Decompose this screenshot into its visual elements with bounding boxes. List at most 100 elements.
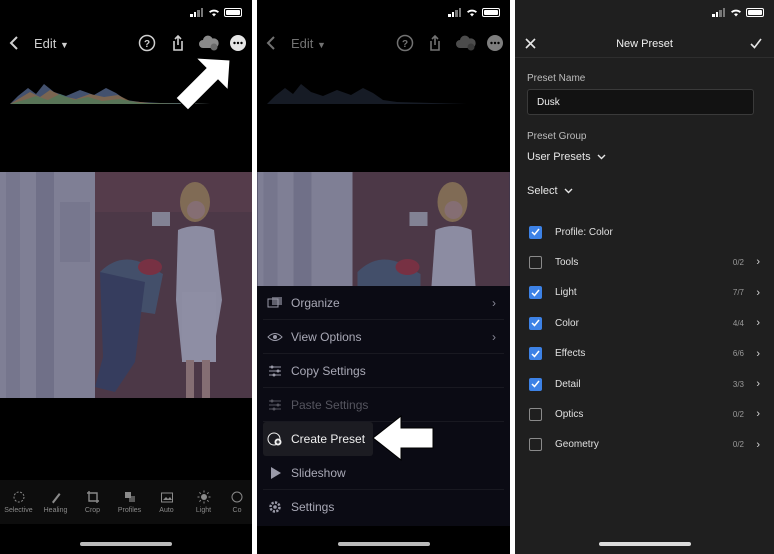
tool-healing[interactable]: Healing — [37, 480, 74, 524]
tool-auto[interactable]: Auto — [148, 480, 185, 524]
setting-checkbox[interactable] — [529, 225, 542, 239]
home-indicator — [598, 542, 691, 546]
preset-name-label: Preset Name — [527, 73, 586, 84]
wifi-icon — [467, 9, 477, 17]
help-icon[interactable]: ? — [138, 34, 156, 52]
chevron-right-icon[interactable]: › — [756, 439, 760, 451]
cloud-sync-icon[interactable] — [455, 34, 477, 52]
more-icon[interactable] — [486, 34, 504, 52]
cellular-signal-icon — [190, 8, 204, 17]
preset-setting-row[interactable]: Optics 0/2 › — [527, 404, 762, 424]
preset-setting-row[interactable]: Tools 0/2 › — [527, 252, 762, 272]
menu-item-settings[interactable]: Settings — [263, 490, 504, 524]
view-options-icon — [267, 332, 283, 341]
brush-icon — [51, 493, 60, 504]
profiles-icon — [124, 492, 135, 502]
setting-count: 7/7 — [732, 288, 744, 298]
cloud-sync-icon[interactable] — [198, 34, 220, 52]
setting-count: 0/2 — [732, 440, 744, 450]
home-indicator — [80, 542, 172, 546]
tool-label: Co — [232, 507, 242, 514]
tool-light[interactable]: Light — [185, 480, 222, 524]
selective-icon — [13, 491, 24, 503]
tool-selective[interactable]: Selective — [0, 480, 37, 524]
edit-menu-screen: Edit ▼ ? Organize › View Options › Copy … — [257, 0, 510, 554]
tool-strip: Selective Healing Crop Profiles Auto Lig… — [0, 480, 252, 524]
new-preset-header: New Preset — [515, 30, 774, 58]
checkmark-icon[interactable] — [750, 38, 762, 49]
sun-icon — [197, 490, 210, 504]
preset-setting-row[interactable]: Effects 6/6 › — [527, 344, 762, 364]
checkmark-icon — [531, 289, 540, 297]
menu-item-copy-settings[interactable]: Copy Settings — [263, 354, 504, 388]
chevron-right-icon[interactable]: › — [756, 378, 760, 390]
photo-preview — [257, 172, 510, 286]
setting-checkbox[interactable] — [529, 347, 542, 361]
chevron-right-icon: › — [492, 329, 496, 344]
tool-crop[interactable]: Crop — [74, 480, 111, 524]
tool-label: Selective — [4, 507, 33, 514]
preset-setting-row[interactable]: Light 7/7 › — [527, 283, 762, 303]
setting-checkbox[interactable] — [529, 255, 542, 269]
preset-setting-row[interactable]: Geometry 0/2 › — [527, 435, 762, 455]
menu-item-create-preset[interactable]: Create Preset — [263, 422, 373, 456]
photo-preview[interactable] — [0, 172, 252, 398]
setting-label: Light — [555, 287, 577, 299]
share-icon[interactable] — [169, 34, 187, 52]
wifi-icon — [209, 9, 219, 17]
menu-item-organize[interactable]: Organize › — [263, 286, 504, 320]
edit-dropdown[interactable]: Edit ▼ — [291, 36, 326, 51]
menu-item-label: View Options — [291, 329, 362, 344]
checkmark-icon — [531, 319, 540, 327]
menu-item-view-options[interactable]: View Options › — [263, 320, 504, 354]
preset-setting-row[interactable]: Detail 3/3 › — [527, 374, 762, 394]
tool-color[interactable]: Co — [222, 480, 252, 524]
select-dropdown[interactable]: Select — [527, 185, 573, 197]
share-icon[interactable] — [426, 34, 444, 52]
chevron-right-icon[interactable]: › — [756, 348, 760, 360]
status-bar — [515, 0, 774, 28]
photo-dim-overlay — [257, 172, 510, 286]
annotation-arrow-icon — [372, 414, 434, 462]
setting-label: Optics — [555, 408, 584, 420]
chevron-left-icon[interactable] — [263, 34, 281, 52]
crop-icon — [86, 491, 99, 503]
setting-checkbox[interactable] — [529, 377, 542, 391]
preset-group-label: Preset Group — [527, 131, 587, 142]
checkmark-icon — [531, 228, 540, 236]
paste-settings-icon — [269, 399, 281, 410]
preset-group-dropdown[interactable]: User Presets — [527, 151, 606, 163]
cellular-signal-icon — [448, 8, 462, 17]
setting-checkbox[interactable] — [529, 286, 542, 300]
menu-item-label: Create Preset — [291, 432, 366, 446]
caret-down-icon: ▼ — [60, 40, 69, 50]
chevron-right-icon[interactable]: › — [756, 287, 760, 299]
chevron-right-icon[interactable]: › — [756, 317, 760, 329]
page-title: New Preset — [616, 38, 673, 50]
wifi-icon — [731, 9, 741, 17]
tool-label: Healing — [43, 507, 68, 514]
chevron-left-icon[interactable] — [6, 34, 24, 52]
tool-profiles[interactable]: Profiles — [111, 480, 148, 524]
edit-dropdown[interactable]: Edit ▼ — [34, 36, 69, 51]
setting-checkbox[interactable] — [529, 407, 542, 421]
menu-item-label: Organize — [291, 295, 340, 310]
menu-item-label: Slideshow — [291, 465, 346, 480]
setting-label: Profile: Color — [555, 226, 613, 238]
help-icon[interactable]: ? — [396, 34, 414, 52]
preset-setting-row[interactable]: Profile: Color — [527, 222, 762, 242]
preset-name-field[interactable]: Dusk — [527, 89, 754, 115]
setting-checkbox[interactable] — [529, 438, 542, 452]
status-bar — [0, 0, 252, 28]
histogram — [267, 84, 467, 104]
tool-label: Light — [195, 507, 212, 514]
chevron-right-icon[interactable]: › — [756, 408, 760, 420]
battery-icon — [746, 8, 764, 17]
more-icon[interactable] — [229, 34, 247, 52]
setting-count: 3/3 — [732, 379, 744, 389]
chevron-right-icon[interactable]: › — [756, 256, 760, 268]
preset-setting-row[interactable]: Color 4/4 › — [527, 313, 762, 333]
copy-settings-icon — [269, 365, 281, 376]
setting-checkbox[interactable] — [529, 316, 542, 330]
photo-dim-overlay — [0, 172, 252, 398]
